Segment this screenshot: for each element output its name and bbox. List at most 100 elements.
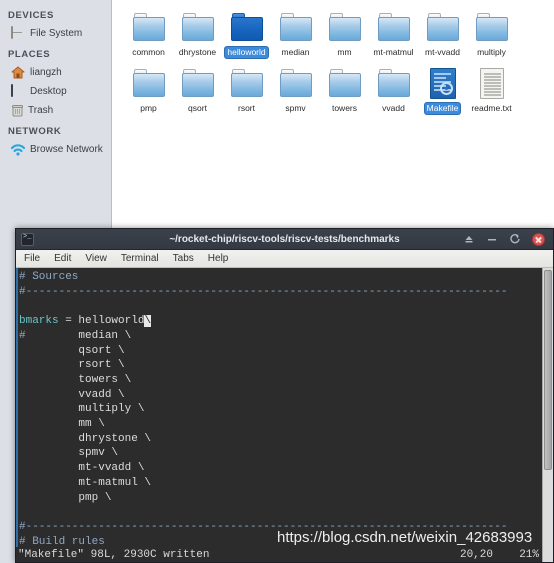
- file-item-label: helloworld: [225, 47, 268, 58]
- terminal-text-span: #---------------------------------------…: [19, 285, 508, 298]
- sidebar-item-label: Desktop: [30, 86, 67, 97]
- file-item[interactable]: dhrystone: [174, 10, 221, 58]
- file-item-label: readme.txt: [471, 103, 512, 113]
- file-item[interactable]: helloworld: [223, 10, 270, 58]
- terminal-line: multiply \: [19, 402, 553, 417]
- sidebar-item-file-system[interactable]: File System: [0, 24, 111, 43]
- folder-icon: [129, 10, 169, 45]
- sidebar-group-devices-title: DEVICES: [8, 10, 54, 21]
- menu-item-terminal[interactable]: Terminal: [121, 253, 159, 264]
- sidebar-group-network-title: NETWORK: [8, 126, 62, 137]
- file-item[interactable]: multiply: [468, 10, 515, 58]
- menu-item-help[interactable]: Help: [208, 253, 229, 264]
- trash-icon: [12, 104, 23, 117]
- file-item[interactable]: Makefile: [419, 66, 466, 114]
- network-icon: [10, 143, 26, 156]
- folder-icon: [325, 66, 365, 101]
- terminal-line: qsort \: [19, 344, 553, 359]
- terminal-scrollbar-thumb[interactable]: [544, 270, 552, 470]
- folder-icon: [178, 10, 218, 45]
- file-item-label: rsort: [238, 103, 255, 113]
- terminal-line: rsort \: [19, 358, 553, 373]
- file-item[interactable]: median: [272, 10, 319, 58]
- file-item-label: mm: [337, 47, 352, 57]
- status-scroll-percent: 21%: [519, 548, 539, 561]
- sidebar-item-label: liangzh: [30, 67, 62, 78]
- terminal-line: vvadd \: [19, 388, 553, 403]
- folder-icon: [129, 66, 169, 101]
- terminal-text-buffer[interactable]: # Sources #------------------------------…: [18, 268, 553, 562]
- terminal-line: mt-matmul \: [19, 476, 553, 491]
- terminal-status-line: "Makefile" 98L, 2930C written 20,20 21%: [16, 547, 553, 562]
- file-item-label: towers: [331, 103, 358, 113]
- file-item[interactable]: common: [125, 10, 172, 58]
- terminal-text-span: pmp \: [19, 491, 112, 504]
- text-file-icon: [472, 66, 512, 101]
- terminal-text-span: towers \: [19, 373, 132, 386]
- terminal-line: #---------------------------------------…: [19, 285, 553, 300]
- terminal-text-span: spmv \: [19, 447, 119, 460]
- file-item-label: Makefile: [424, 103, 461, 114]
- menu-item-tabs[interactable]: Tabs: [173, 253, 194, 264]
- minimize-button[interactable]: [486, 233, 498, 245]
- shade-button[interactable]: [463, 233, 475, 245]
- folder-icon: [423, 10, 463, 45]
- sidebar-item-liangzh[interactable]: liangzh: [0, 63, 111, 82]
- folder-icon: [472, 10, 512, 45]
- window-controls: [463, 232, 549, 246]
- terminal-text-span: # Build rules: [19, 535, 105, 548]
- file-item-label: mt-matmul: [373, 47, 414, 57]
- file-item[interactable]: towers: [321, 66, 368, 114]
- terminal-text-span: #---------------------------------------…: [19, 520, 508, 533]
- file-item[interactable]: rsort: [223, 66, 270, 114]
- terminal-window[interactable]: ~/rocket-chip/riscv-tools/riscv-tests/be…: [15, 228, 554, 563]
- folder-icon: [374, 66, 414, 101]
- terminal-body[interactable]: # Sources #------------------------------…: [16, 268, 553, 562]
- file-item[interactable]: qsort: [174, 66, 221, 114]
- terminal-text-span: mt-vvadd \: [19, 462, 145, 475]
- sidebar-item-label: Browse Network: [30, 144, 103, 155]
- maximize-button[interactable]: [509, 233, 521, 245]
- terminal-text-span: dhrystone \: [19, 432, 152, 445]
- screen: DEVICES File System PLACES liangzh Deskt…: [0, 0, 554, 563]
- folder-icon: [178, 66, 218, 101]
- folder-icon: [325, 10, 365, 45]
- file-item[interactable]: mt-matmul: [370, 10, 417, 58]
- file-item[interactable]: pmp: [125, 66, 172, 114]
- sidebar-item-desktop[interactable]: Desktop: [0, 82, 111, 101]
- terminal-text-span: median \: [25, 329, 132, 342]
- file-item[interactable]: spmv: [272, 66, 319, 114]
- file-item[interactable]: mm: [321, 10, 368, 58]
- terminal-line: mt-vvadd \: [19, 461, 553, 476]
- file-item-label: dhrystone: [178, 47, 217, 57]
- hard-drive-icon: [11, 26, 25, 40]
- file-item[interactable]: vvadd: [370, 66, 417, 114]
- file-item[interactable]: mt-vvadd: [419, 10, 466, 58]
- menu-item-file[interactable]: File: [24, 253, 40, 264]
- terminal-scrollbar[interactable]: [542, 268, 553, 562]
- home-icon: [11, 66, 25, 79]
- status-message: "Makefile" 98L, 2930C written: [18, 548, 210, 561]
- terminal-text-span: bmarks: [19, 315, 59, 328]
- terminal-line: dhrystone \: [19, 432, 553, 447]
- folder-icon: [374, 10, 414, 45]
- menu-item-view[interactable]: View: [85, 253, 107, 264]
- file-item-label: spmv: [285, 103, 306, 113]
- terminal-text-span: = helloworld: [58, 315, 145, 328]
- terminal-line: bmarks = helloworld\: [19, 314, 553, 329]
- sidebar-item-browse-network[interactable]: Browse Network: [0, 140, 111, 159]
- terminal-cursor: \: [144, 315, 152, 328]
- file-item-label: common: [132, 47, 165, 57]
- file-item[interactable]: readme.txt: [468, 66, 515, 114]
- terminal-title-bar[interactable]: ~/rocket-chip/riscv-tools/riscv-tests/be…: [16, 229, 553, 250]
- folder-icon: [227, 10, 267, 45]
- close-button[interactable]: [532, 232, 545, 246]
- makefile-icon: [423, 66, 463, 101]
- sidebar-item-label: Trash: [28, 105, 54, 116]
- menu-item-edit[interactable]: Edit: [54, 253, 71, 264]
- sidebar-item-trash[interactable]: Trash: [0, 101, 111, 120]
- file-item-label: median: [281, 47, 310, 57]
- terminal-app-icon: [21, 232, 34, 246]
- terminal-text-span: mt-matmul \: [19, 476, 152, 489]
